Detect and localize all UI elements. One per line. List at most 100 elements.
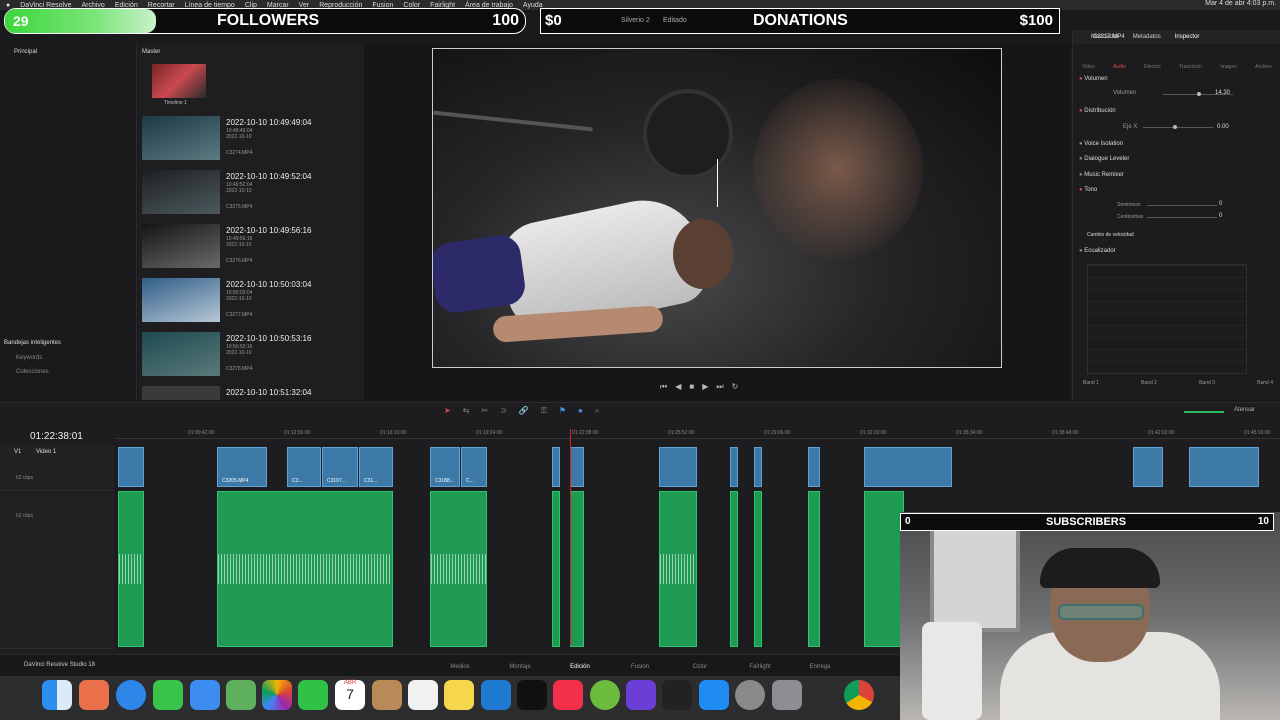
safari-icon[interactable] — [116, 680, 146, 710]
subtab-image[interactable]: Imagen — [1220, 64, 1237, 70]
motion-icon[interactable] — [626, 680, 656, 710]
page-color[interactable]: Color — [680, 664, 720, 670]
app-store-icon[interactable] — [699, 680, 729, 710]
contacts-icon[interactable] — [372, 680, 402, 710]
video-clip[interactable] — [552, 447, 560, 487]
bin-principal[interactable]: Principal — [14, 49, 37, 55]
skip-forward-icon[interactable]: ⏭ — [716, 382, 723, 394]
photos-icon[interactable] — [262, 680, 292, 710]
speed-change-section[interactable]: Cambio de velocidad — [1087, 232, 1134, 238]
audio-clip[interactable] — [808, 491, 820, 647]
facetime-icon[interactable] — [298, 680, 328, 710]
audio-clip[interactable] — [118, 491, 144, 647]
semitones-value[interactable]: 0 — [1219, 201, 1222, 207]
equalizer-toggle[interactable]: ● Ecualizador — [1079, 248, 1116, 254]
timeline-ruler[interactable]: 01:00:42:00 01:12:56:00 01:16:10:00 01:1… — [116, 427, 1280, 439]
audio-clip[interactable] — [430, 491, 487, 647]
snap-icon[interactable]: ⊃ — [500, 406, 507, 418]
reminders-icon[interactable] — [408, 680, 438, 710]
mail-icon[interactable] — [190, 680, 220, 710]
playhead[interactable] — [570, 429, 571, 645]
section-volume[interactable]: ● Volumen — [1079, 76, 1108, 82]
eq-band-4[interactable]: Band 4 — [1257, 380, 1273, 386]
video-clip[interactable] — [730, 447, 738, 487]
davinci-resolve-icon[interactable] — [808, 680, 838, 710]
pan-knob[interactable] — [1173, 125, 1177, 129]
eq-band-3[interactable]: Band 3 — [1199, 380, 1215, 386]
subtab-transition[interactable]: Transición — [1179, 64, 1202, 70]
finder-icon[interactable] — [42, 680, 72, 710]
video-clip[interactable]: C... — [461, 447, 487, 487]
final-cut-icon[interactable] — [662, 680, 692, 710]
music-remixer-toggle[interactable]: ● Music Remixer — [1079, 172, 1124, 178]
cents-slider[interactable] — [1147, 217, 1217, 218]
video-clip[interactable]: C3188... — [430, 447, 460, 487]
audio-clip[interactable] — [217, 491, 393, 647]
video-clip[interactable] — [1133, 447, 1163, 487]
audio-clip[interactable] — [730, 491, 738, 647]
system-settings-icon[interactable] — [772, 680, 802, 710]
marker-icon[interactable]: ● — [578, 406, 583, 418]
timeline-thumbnail[interactable] — [152, 64, 206, 98]
audio-track-header[interactable]: 62 clips — [0, 493, 114, 649]
trim-tool-icon[interactable]: ⇆ — [463, 406, 470, 418]
volume-slider-control[interactable] — [1184, 411, 1224, 413]
equalizer-graph[interactable] — [1087, 264, 1247, 374]
video-clip[interactable] — [754, 447, 762, 487]
skip-back-icon[interactable]: ⏮ — [660, 382, 667, 394]
play-reverse-icon[interactable]: ◀ — [675, 382, 681, 394]
notes-icon[interactable] — [444, 680, 474, 710]
page-edit[interactable]: Edición — [560, 664, 600, 670]
calendar-icon[interactable]: ABR 7 — [335, 680, 365, 710]
audio-clip[interactable] — [552, 491, 560, 647]
subtab-file[interactable]: Archivo — [1255, 64, 1272, 70]
page-fusion[interactable]: Fusion — [620, 664, 660, 670]
subtab-video[interactable]: Video — [1082, 64, 1095, 70]
video-clip[interactable] — [1189, 447, 1259, 487]
section-pan[interactable]: ● Distribución — [1079, 108, 1116, 114]
loop-icon[interactable]: ↻ — [732, 382, 739, 394]
list-item[interactable]: 2022-10-10 10:49:49:04 10:49:49:04 2022-… — [142, 114, 362, 166]
video-track-header[interactable]: V1 Video 1 62 clips — [0, 445, 114, 491]
video-clip[interactable]: C3197... — [322, 447, 358, 487]
list-item[interactable]: 2022-10-10 10:49:52:04 10:49:52:04 2022-… — [142, 168, 362, 220]
video-clip[interactable]: C31... — [359, 447, 393, 487]
audio-clip[interactable] — [754, 491, 762, 647]
list-item[interactable]: 2022-10-10 10:50:03:04 10:50:03:04 2022-… — [142, 276, 362, 328]
messages-icon[interactable] — [153, 680, 183, 710]
blade-tool-icon[interactable]: ✂ — [481, 406, 488, 418]
lock-icon[interactable]: ⚿ — [541, 406, 547, 418]
compressor-icon[interactable] — [735, 680, 765, 710]
tab-metadata[interactable]: Metadatos — [1133, 34, 1161, 40]
chrome-icon[interactable] — [844, 680, 874, 710]
subtab-effects[interactable]: Efectos — [1144, 64, 1161, 70]
zoom-icon[interactable]: ⌕ — [595, 406, 599, 418]
video-clip[interactable] — [570, 447, 584, 487]
flag-icon[interactable]: ⚑ — [559, 406, 566, 418]
cents-value[interactable]: 0 — [1219, 213, 1222, 219]
list-item[interactable]: 2022-10-10 10:49:56:16 10:49:56:16 2022-… — [142, 222, 362, 274]
page-media[interactable]: Medios — [440, 664, 480, 670]
tab-inspector[interactable]: Inspector — [1175, 34, 1200, 40]
dialogue-leveler-toggle[interactable]: ● Dialogue Leveler — [1079, 156, 1129, 162]
list-item[interactable]: 2022-10-10 10:50:53:16 10:50:53:16 2022-… — [142, 330, 362, 382]
audio-clip[interactable] — [864, 491, 904, 647]
utorrent-icon[interactable] — [590, 680, 620, 710]
page-fairlight[interactable]: Fairlight — [740, 664, 780, 670]
subtab-audio[interactable]: Audio — [1113, 64, 1126, 70]
page-cut[interactable]: Montaje — [500, 664, 540, 670]
eq-band-1[interactable]: Band 1 — [1083, 380, 1099, 386]
video-clip[interactable] — [808, 447, 820, 487]
stop-icon[interactable]: ■ — [689, 382, 694, 394]
music-icon[interactable] — [553, 680, 583, 710]
volume-value[interactable]: 14.30 — [1215, 90, 1230, 96]
audio-clip[interactable] — [659, 491, 697, 647]
eq-band-2[interactable]: Band 2 — [1141, 380, 1157, 386]
video-clip[interactable]: C3205.MP4 — [217, 447, 267, 487]
video-clip[interactable] — [864, 447, 952, 487]
appletv-icon[interactable] — [517, 680, 547, 710]
video-preview[interactable] — [432, 48, 1002, 368]
video-clip[interactable] — [659, 447, 697, 487]
maps-icon[interactable] — [226, 680, 256, 710]
audio-clip[interactable] — [570, 491, 584, 647]
